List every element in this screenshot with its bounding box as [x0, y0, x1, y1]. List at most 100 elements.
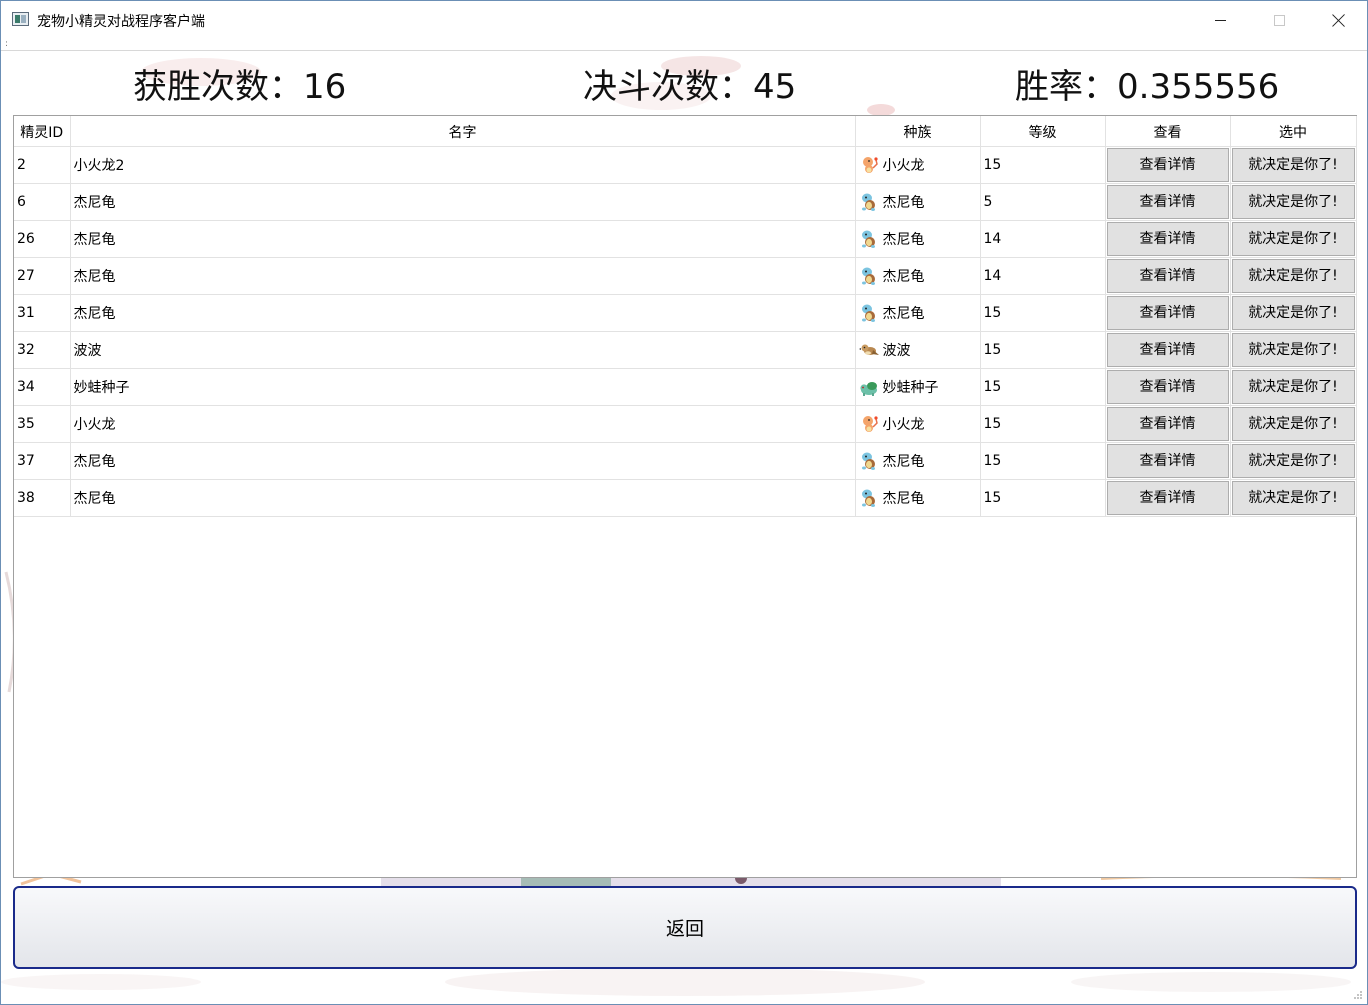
choose-pokemon-button[interactable]: 就决定是你了! [1231, 480, 1355, 515]
cell-id: 26 [14, 220, 71, 258]
cell-view: 查看详情 [1105, 368, 1231, 406]
cell-species: 杰尼龟 [855, 257, 981, 295]
cell-view: 查看详情 [1105, 405, 1231, 443]
cell-species: 小火龙 [855, 146, 981, 184]
battles-count: 决斗次数：45 [583, 67, 797, 107]
menu-grip: : [5, 39, 9, 49]
back-button[interactable]: 返回 [13, 886, 1357, 969]
cell-level: 15 [980, 294, 1106, 332]
view-details-button[interactable]: 查看详情 [1106, 184, 1229, 219]
cell-species: 波波 [855, 331, 981, 369]
close-icon [1332, 14, 1345, 27]
cell-species: 杰尼龟 [855, 220, 981, 258]
cell-species: 小火龙 [855, 405, 981, 443]
cell-name: 波波 [70, 331, 856, 369]
header-id[interactable]: 精灵ID [14, 116, 71, 147]
choose-pokemon-button[interactable]: 就决定是你了! [1231, 221, 1355, 256]
table-row[interactable]: 37 杰尼龟 杰尼龟 15 查看详情 就决定是你了! [14, 442, 1357, 480]
choose-pokemon-button[interactable]: 就决定是你了! [1231, 295, 1355, 330]
cell-view: 查看详情 [1105, 257, 1231, 295]
cell-species: 杰尼龟 [855, 442, 981, 480]
species-label: 波波 [882, 342, 911, 359]
view-details-button[interactable]: 查看详情 [1106, 147, 1229, 182]
squirtle-icon [859, 192, 879, 212]
minimize-button[interactable] [1191, 1, 1249, 39]
squirtle-icon [859, 488, 879, 508]
cell-level: 5 [980, 183, 1106, 221]
table-row[interactable]: 34 妙蛙种子 妙蛙种子 15 查看详情 就决定是你了! [14, 368, 1357, 406]
cell-level: 15 [980, 479, 1106, 517]
bulbasaur-icon [859, 377, 879, 397]
view-details-button[interactable]: 查看详情 [1106, 406, 1229, 441]
header-select[interactable]: 选中 [1230, 116, 1357, 147]
table-row[interactable]: 2 小火龙2 小火龙 15 查看详情 就决定是你了! [14, 146, 1357, 184]
species-label: 杰尼龟 [882, 194, 925, 211]
choose-pokemon-button[interactable]: 就决定是你了! [1231, 184, 1355, 219]
cell-level: 15 [980, 368, 1106, 406]
squirtle-icon [859, 451, 879, 471]
cell-level: 15 [980, 331, 1106, 369]
view-details-button[interactable]: 查看详情 [1106, 443, 1229, 478]
table-row[interactable]: 35 小火龙 小火龙 15 查看详情 就决定是你了! [14, 405, 1357, 443]
cell-view: 查看详情 [1105, 479, 1231, 517]
choose-pokemon-button[interactable]: 就决定是你了! [1231, 443, 1355, 478]
cell-id: 2 [14, 146, 71, 184]
view-details-button[interactable]: 查看详情 [1106, 258, 1229, 293]
cell-view: 查看详情 [1105, 442, 1231, 480]
table-row[interactable]: 27 杰尼龟 杰尼龟 14 查看详情 就决定是你了! [14, 257, 1357, 295]
table-row[interactable]: 38 杰尼龟 杰尼龟 15 查看详情 就决定是你了! [14, 479, 1357, 517]
cell-level: 14 [980, 257, 1106, 295]
cell-select: 就决定是你了! [1230, 146, 1357, 184]
cell-level: 15 [980, 442, 1106, 480]
cell-species: 杰尼龟 [855, 479, 981, 517]
cell-view: 查看详情 [1105, 183, 1231, 221]
cell-species: 妙蛙种子 [855, 368, 981, 406]
cell-select: 就决定是你了! [1230, 442, 1357, 480]
cell-level: 15 [980, 146, 1106, 184]
view-details-button[interactable]: 查看详情 [1106, 221, 1229, 256]
resize-grip-icon[interactable] [1353, 990, 1363, 1000]
cell-select: 就决定是你了! [1230, 257, 1357, 295]
choose-pokemon-button[interactable]: 就决定是你了! [1231, 406, 1355, 441]
choose-pokemon-button[interactable]: 就决定是你了! [1231, 369, 1355, 404]
title-bar: 宠物小精灵对战程序客户端 [1, 1, 1367, 39]
view-details-button[interactable]: 查看详情 [1106, 295, 1229, 330]
table-row[interactable]: 6 杰尼龟 杰尼龟 5 查看详情 就决定是你了! [14, 183, 1357, 221]
pokemon-table: 精灵ID 名字 种族 等级 查看 选中 2 小火龙2 小火龙 15 查看详情 就决定是你了… [13, 115, 1357, 878]
window-title: 宠物小精灵对战程序客户端 [37, 14, 205, 30]
table-row[interactable]: 31 杰尼龟 杰尼龟 15 查看详情 就决定是你了! [14, 294, 1357, 332]
cell-name: 杰尼龟 [70, 257, 856, 295]
pidgey-icon [858, 340, 879, 360]
species-label: 小火龙 [882, 416, 925, 433]
species-label: 杰尼龟 [882, 490, 925, 507]
cell-select: 就决定是你了! [1230, 479, 1357, 517]
table-row[interactable]: 32 波波 波波 15 查看详情 就决定是你了! [14, 331, 1357, 369]
header-level[interactable]: 等级 [980, 116, 1106, 147]
cell-name: 杰尼龟 [70, 294, 856, 332]
species-label: 杰尼龟 [882, 305, 925, 322]
header-name[interactable]: 名字 [70, 116, 856, 147]
cell-id: 38 [14, 479, 71, 517]
header-view[interactable]: 查看 [1105, 116, 1231, 147]
close-button[interactable] [1309, 1, 1367, 39]
app-icon [12, 12, 29, 26]
view-details-button[interactable]: 查看详情 [1106, 369, 1229, 404]
header-species[interactable]: 种族 [855, 116, 981, 147]
view-details-button[interactable]: 查看详情 [1106, 480, 1229, 515]
cell-name: 小火龙 [70, 405, 856, 443]
maximize-button[interactable] [1250, 1, 1308, 39]
cell-name: 杰尼龟 [70, 220, 856, 258]
cell-level: 14 [980, 220, 1106, 258]
view-details-button[interactable]: 查看详情 [1106, 332, 1229, 367]
cell-id: 32 [14, 331, 71, 369]
choose-pokemon-button[interactable]: 就决定是你了! [1231, 147, 1355, 182]
menu-bar: : [1, 39, 1367, 51]
cell-select: 就决定是你了! [1230, 294, 1357, 332]
choose-pokemon-button[interactable]: 就决定是你了! [1231, 332, 1355, 367]
cell-id: 34 [14, 368, 71, 406]
cell-view: 查看详情 [1105, 220, 1231, 258]
choose-pokemon-button[interactable]: 就决定是你了! [1231, 258, 1355, 293]
species-label: 小火龙 [882, 157, 925, 174]
table-header-row: 精灵ID 名字 种族 等级 查看 选中 [14, 116, 1357, 147]
table-row[interactable]: 26 杰尼龟 杰尼龟 14 查看详情 就决定是你了! [14, 220, 1357, 258]
